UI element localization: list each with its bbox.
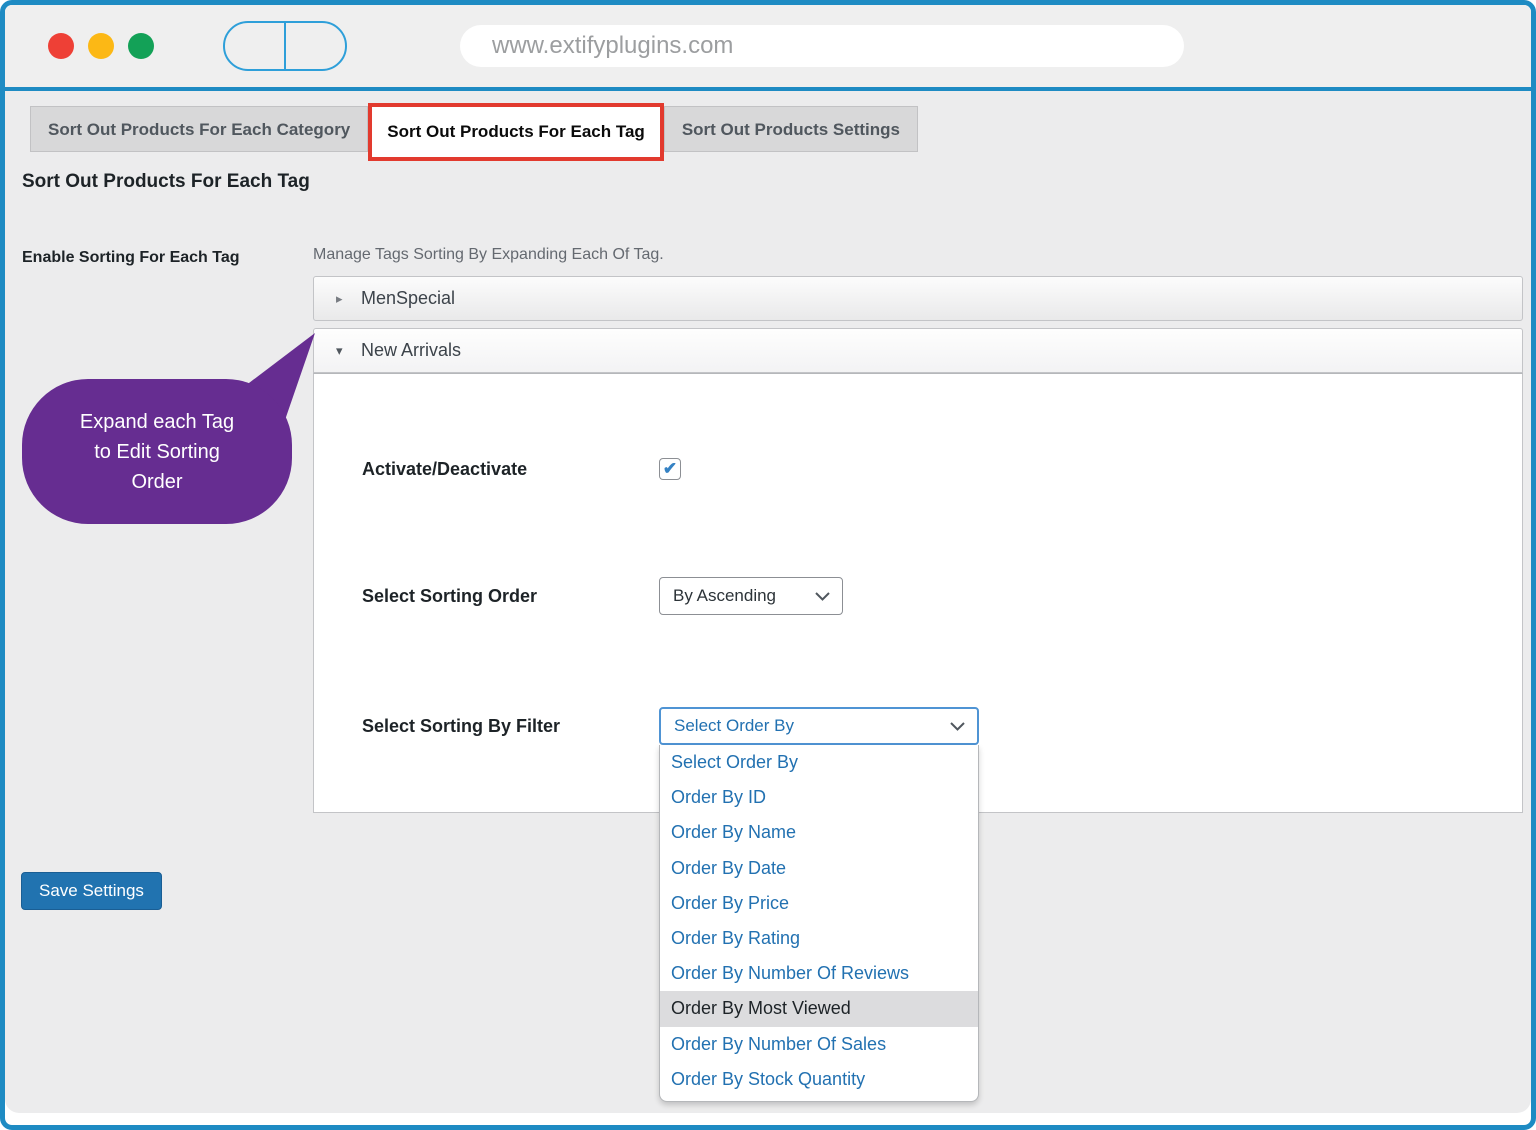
dropdown-option[interactable]: Order By Most Viewed: [660, 991, 978, 1027]
settings-page: Sort Out Products For Each Category Sort…: [5, 91, 1531, 1113]
back-forward-buttons: [223, 21, 347, 71]
address-bar[interactable]: www.extifyplugins.com: [460, 25, 1184, 67]
minimize-window-icon[interactable]: [88, 33, 114, 59]
dropdown-option[interactable]: Order By Price: [660, 886, 978, 921]
accordion-new-arrivals-label: New Arrivals: [361, 340, 462, 360]
save-settings-button[interactable]: Save Settings: [21, 872, 162, 910]
sorting-filter-select[interactable]: Select Order By: [659, 707, 979, 745]
forward-button[interactable]: [286, 23, 345, 69]
callout-line-3: Order: [131, 470, 183, 493]
callout-line-1: Expand each Tag: [79, 410, 235, 433]
browser-window: www.extifyplugins.com Sort Out Products …: [0, 0, 1536, 1130]
tab-sort-products-tag[interactable]: Sort Out Products For Each Tag: [372, 107, 660, 157]
chevron-down-icon: [950, 721, 965, 731]
sorting-order-select[interactable]: By Ascending: [659, 577, 843, 615]
sorting-order-label: Select Sorting Order: [362, 585, 538, 606]
close-window-icon[interactable]: [48, 33, 74, 59]
annotation-callout: Expand each Tag to Edit Sorting Order: [17, 331, 329, 543]
dropdown-option[interactable]: Select Order By: [660, 745, 978, 780]
red-annotation-box: Sort Out Products For Each Tag: [368, 103, 664, 161]
page-title: Sort Out Products For Each Tag: [22, 171, 310, 192]
tab-sort-products-settings[interactable]: Sort Out Products Settings: [663, 106, 918, 152]
window-controls: [48, 33, 154, 59]
activate-row: Activate/Deactivate ✔: [362, 450, 1502, 488]
sorting-filter-label: Select Sorting By Filter: [362, 715, 561, 736]
dropdown-option[interactable]: Order By Name: [660, 815, 978, 850]
browser-toolbar: www.extifyplugins.com: [5, 5, 1531, 91]
accordion-menspecial-label: MenSpecial: [361, 288, 456, 308]
sorting-order-value: By Ascending: [673, 586, 777, 605]
activate-label: Activate/Deactivate: [362, 458, 528, 479]
callout-line-2: to Edit Sorting: [94, 440, 220, 463]
tab-sort-products-category[interactable]: Sort Out Products For Each Category: [30, 106, 369, 152]
dropdown-option[interactable]: Order By Stock Quantity: [660, 1062, 978, 1097]
sorting-filter-value: Select Order By: [674, 716, 794, 735]
accordion-menspecial[interactable]: ▸ MenSpecial: [313, 276, 1523, 321]
activate-checkbox[interactable]: ✔: [659, 458, 681, 480]
setting-content-column: Manage Tags Sorting By Expanding Each Of…: [313, 246, 1523, 1102]
chevron-right-icon: ▸: [336, 290, 343, 306]
sorting-filter-row: Select Sorting By Filter Select Order By: [362, 707, 1502, 745]
accordion-new-arrivals[interactable]: ▾ New Arrivals: [313, 328, 1523, 373]
settings-tabs: Sort Out Products For Each Category Sort…: [30, 103, 918, 161]
url-text: www.extifyplugins.com: [492, 32, 734, 59]
sorting-filter-dropdown-list: Select Order By Order By ID Order By Name O…: [659, 745, 979, 1102]
chevron-down-icon: ▾: [336, 342, 343, 358]
dropdown-option[interactable]: Order By Rating: [660, 921, 978, 956]
setting-description: Manage Tags Sorting By Expanding Each Of…: [313, 246, 664, 263]
dropdown-option[interactable]: Order By Number Of Reviews: [660, 956, 978, 991]
callout-text: Expand each Tag to Edit Sorting Order: [22, 379, 292, 524]
back-button[interactable]: [225, 23, 286, 69]
sorting-order-row: Select Sorting Order By Ascending: [362, 577, 1502, 615]
dropdown-option[interactable]: Order By Date: [660, 851, 978, 886]
dropdown-option[interactable]: Order By Number Of Sales: [660, 1027, 978, 1062]
new-arrivals-panel: Activate/Deactivate ✔ Select Sorting Ord…: [313, 373, 1523, 1102]
chevron-down-icon: [815, 591, 830, 601]
enable-sorting-label: Enable Sorting For Each Tag: [22, 249, 240, 266]
maximize-window-icon[interactable]: [128, 33, 154, 59]
dropdown-option[interactable]: Order By ID: [660, 780, 978, 815]
